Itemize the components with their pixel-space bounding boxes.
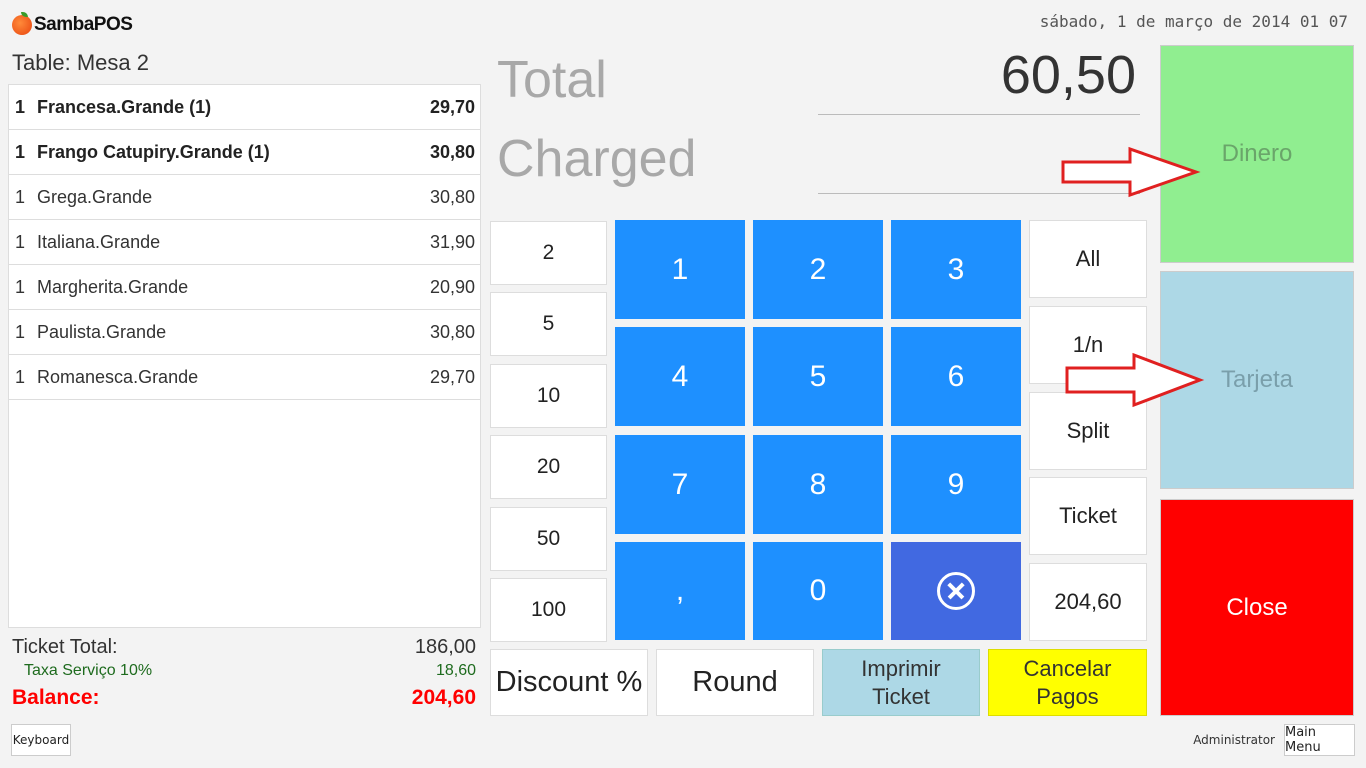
cancel-payments-line2: Pagos <box>1036 683 1099 709</box>
keyboard-button[interactable]: Keyboard <box>11 724 71 756</box>
quick-amount-button[interactable]: 5 <box>490 292 607 356</box>
numpad-key-comma[interactable]: , <box>615 542 745 640</box>
remaining-amount-button[interactable]: 204,60 <box>1029 563 1147 641</box>
ticket-total-label: Ticket Total: <box>12 636 118 658</box>
item-price: 30,80 <box>429 141 475 162</box>
tax-value: 18,60 <box>435 662 476 679</box>
order-item-row[interactable]: 1 Paulista.Grande 30,80 <box>9 310 480 355</box>
numpad-key-9[interactable]: 9 <box>891 435 1021 534</box>
item-name: Paulista.Grande <box>37 321 167 342</box>
quick-amount-button[interactable]: 100 <box>490 578 607 642</box>
order-item-row[interactable]: 1 Grega.Grande 30,80 <box>9 175 480 220</box>
item-qty: 1 <box>15 186 26 207</box>
clear-button[interactable] <box>891 542 1021 640</box>
numpad-key-0[interactable]: 0 <box>753 542 883 640</box>
quick-amount-button[interactable]: 50 <box>490 507 607 571</box>
order-item-row[interactable]: 1 Frango Catupiry.Grande (1) 30,80 <box>9 130 480 175</box>
sambapos-logo-icon <box>12 12 32 35</box>
quick-amount-button[interactable]: 20 <box>490 435 607 499</box>
ticket-button[interactable]: Ticket <box>1029 477 1147 555</box>
item-qty: 1 <box>15 141 26 162</box>
main-menu-button[interactable]: Main Menu <box>1284 724 1355 756</box>
quick-amount-button[interactable]: 10 <box>490 364 607 428</box>
numpad-key-2[interactable]: 2 <box>753 220 883 319</box>
user-label: Administrator <box>1193 733 1275 747</box>
order-item-row[interactable]: 1 Romanesca.Grande 29,70 <box>9 355 480 400</box>
item-qty: 1 <box>15 276 26 297</box>
numpad-key-5[interactable]: 5 <box>753 327 883 426</box>
numpad-key-4[interactable]: 4 <box>615 327 745 426</box>
item-name: Margherita.Grande <box>37 276 189 297</box>
numpad-key-1[interactable]: 1 <box>615 220 745 319</box>
item-price: 20,90 <box>429 276 475 297</box>
item-price: 30,80 <box>429 321 475 342</box>
tax-label: Taxa Serviço 10% <box>24 662 153 679</box>
ticket-total-row: Ticket Total: 186,00 <box>12 636 476 662</box>
print-ticket-line2: Ticket <box>872 683 930 709</box>
item-name: Francesa.Grande (1) <box>37 96 212 117</box>
tax-row: Taxa Serviço 10% 18,60 <box>12 662 476 686</box>
numpad-key-7[interactable]: 7 <box>615 435 745 534</box>
item-price: 30,80 <box>429 186 475 207</box>
all-button[interactable]: All <box>1029 220 1147 298</box>
round-button[interactable]: Round <box>656 649 814 716</box>
red-arrow-icon <box>1061 146 1201 198</box>
item-price: 29,70 <box>429 366 475 387</box>
discount-button[interactable]: Discount % <box>490 649 648 716</box>
print-ticket-line1: Imprimir <box>861 655 941 681</box>
table-title: Table: Mesa 2 <box>12 50 149 75</box>
red-arrow-icon <box>1065 352 1205 408</box>
item-name: Italiana.Grande <box>37 231 161 252</box>
total-label: Total <box>497 51 607 109</box>
item-qty: 1 <box>15 231 26 252</box>
numpad-key-3[interactable]: 3 <box>891 220 1021 319</box>
balance-row: Balance: 204,60 <box>12 686 476 714</box>
close-button[interactable]: Close <box>1160 499 1354 716</box>
order-item-row[interactable]: 1 Francesa.Grande (1) 29,70 <box>9 85 480 130</box>
item-qty: 1 <box>15 96 26 117</box>
total-value: 60,50 <box>1000 45 1136 105</box>
datetime-display: sábado, 1 de março de 2014 01 07 <box>1039 12 1348 31</box>
app-name: SambaPOS <box>34 14 133 35</box>
total-underline <box>818 114 1140 115</box>
item-name: Romanesca.Grande <box>37 366 199 387</box>
cancel-payments-button[interactable]: Cancelar Pagos <box>988 649 1147 716</box>
item-name: Frango Catupiry.Grande (1) <box>37 141 270 162</box>
order-list: 1 Francesa.Grande (1) 29,70 1 Frango Catup… <box>8 84 481 628</box>
print-ticket-button[interactable]: Imprimir Ticket <box>822 649 980 716</box>
ticket-totals: Ticket Total: 186,00 Taxa Serviço 10% 18… <box>12 636 476 714</box>
order-item-row[interactable]: 1 Italiana.Grande 31,90 <box>9 220 480 265</box>
app-logo: SambaPOS <box>12 12 133 38</box>
item-price: 31,90 <box>429 231 475 252</box>
balance-value: 204,60 <box>411 686 476 709</box>
charged-label: Charged <box>497 130 697 188</box>
circle-x-icon <box>937 572 975 610</box>
item-name: Grega.Grande <box>37 186 153 207</box>
numpad-key-6[interactable]: 6 <box>891 327 1021 426</box>
arrow-shape <box>1061 146 1201 198</box>
item-price: 29,70 <box>429 96 475 117</box>
quick-amount-button[interactable]: 2 <box>490 221 607 285</box>
item-qty: 1 <box>15 321 26 342</box>
balance-label: Balance: <box>12 686 100 709</box>
numpad-key-8[interactable]: 8 <box>753 435 883 534</box>
cancel-payments-line1: Cancelar <box>1023 655 1112 681</box>
order-item-row[interactable]: 1 Margherita.Grande 20,90 <box>9 265 480 310</box>
arrow-shape <box>1065 352 1205 408</box>
item-qty: 1 <box>15 366 26 387</box>
ticket-total-value: 186,00 <box>414 636 476 658</box>
